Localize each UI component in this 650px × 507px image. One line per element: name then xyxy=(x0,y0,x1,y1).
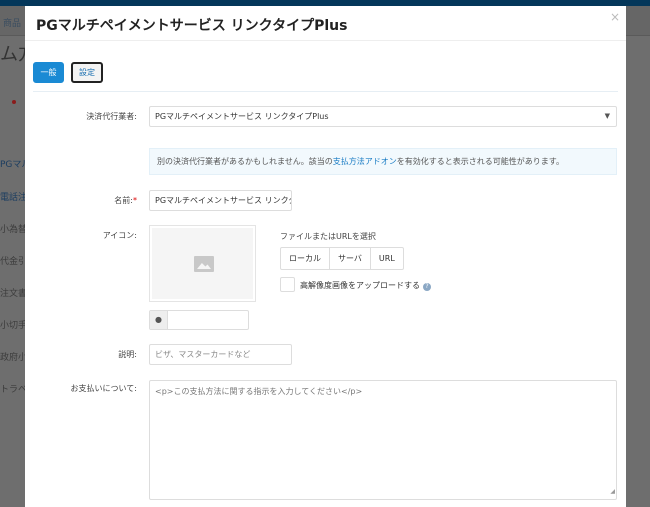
bg-nav-item: 商品 xyxy=(3,19,22,29)
bg-list-item: 代金引 xyxy=(0,257,25,267)
bg-list-item: 電話注 xyxy=(0,193,25,203)
bg-list-item: 小為替 xyxy=(0,225,25,235)
dialog-title: PGマルチペイメントサービス リンクタイプPlus xyxy=(36,18,348,34)
info-text: 別の決済代行業者があるかもしれません。該当の xyxy=(157,157,333,166)
hires-label-text: 高解像度画像をアップロードする xyxy=(300,281,420,290)
required-mark: * xyxy=(133,196,137,205)
instructions-label: お支払いについて: xyxy=(70,384,137,393)
name-label-text: 名前: xyxy=(114,196,133,205)
processor-select[interactable]: PGマルチペイメントサービス リンクタイプPlus ▼ xyxy=(149,106,617,127)
image-placeholder-icon xyxy=(194,256,214,272)
icon-preview xyxy=(149,225,256,302)
server-button[interactable]: サーバ xyxy=(330,248,371,269)
bg-list-item: トラベ xyxy=(0,385,25,395)
hires-checkbox[interactable] xyxy=(280,277,295,292)
addons-link[interactable]: 支払方法アドオン xyxy=(333,157,397,166)
url-button[interactable]: URL xyxy=(371,248,403,269)
close-icon[interactable]: × xyxy=(610,10,620,24)
payment-method-dialog: PGマルチペイメントサービス リンクタイプPlus × 一般 設定 決済代行業者… xyxy=(25,6,626,507)
resize-handle-icon[interactable]: ◢ xyxy=(610,486,615,498)
bg-list-item: 小切手 xyxy=(0,321,25,331)
hires-label: 高解像度画像をアップロードする? xyxy=(300,280,431,291)
chevron-down-icon: ▼ xyxy=(604,112,610,120)
processor-value: PGマルチペイメントサービス リンクタイプPlus xyxy=(155,112,329,121)
instructions-placeholder: <p>この支払方法に関する指示を入力してください</p> xyxy=(155,387,363,396)
instructions-textarea[interactable]: <p>この支払方法に関する指示を入力してください</p> ◢ xyxy=(149,380,617,500)
bg-list-item: PGマル xyxy=(0,160,25,170)
bg-list-item: 注文書 xyxy=(0,289,25,299)
dialog-header: PGマルチペイメントサービス リンクタイプPlus × xyxy=(25,6,626,41)
description-label: 説明: xyxy=(118,350,137,359)
file-source-group: ローカル サーバ URL xyxy=(280,247,404,270)
processor-label: 決済代行業者: xyxy=(86,112,137,121)
icon-label: アイコン: xyxy=(102,231,137,240)
tab-settings[interactable]: 設定 xyxy=(71,62,103,83)
divider xyxy=(33,91,618,92)
local-button[interactable]: ローカル xyxy=(281,248,330,269)
name-input[interactable]: PGマルチペイメントサービス リンクタイプPlus xyxy=(149,190,292,211)
bg-required-dot xyxy=(12,100,16,104)
alt-text-input[interactable]: ● xyxy=(149,310,249,330)
comment-icon: ● xyxy=(150,311,168,329)
bg-list-item: 政府小 xyxy=(0,353,25,363)
description-input[interactable]: ビザ、マスターカードなど xyxy=(149,344,292,365)
name-label: 名前:* xyxy=(114,195,137,206)
info-notice: 別の決済代行業者があるかもしれません。該当の支払方法アドオンを有効化すると表示さ… xyxy=(149,148,617,175)
info-text: を有効化すると表示される可能性があります。 xyxy=(396,157,564,166)
file-select-label: ファイルまたはURLを選択 xyxy=(280,232,376,241)
tab-general[interactable]: 一般 xyxy=(33,62,64,83)
help-icon[interactable]: ? xyxy=(423,283,431,291)
